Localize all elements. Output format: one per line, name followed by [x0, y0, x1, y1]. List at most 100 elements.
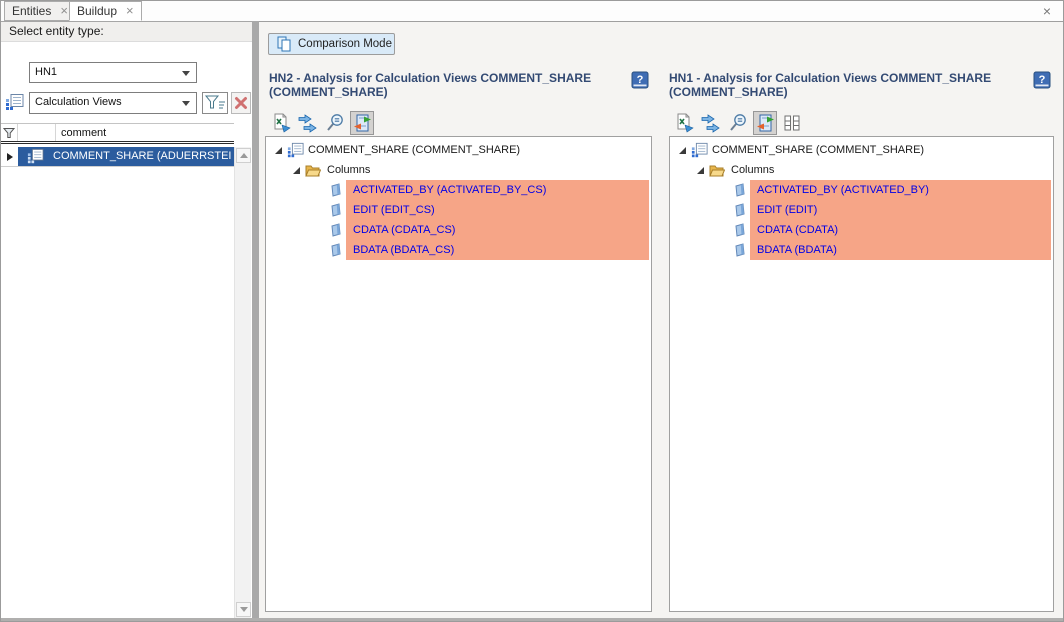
column-icon: [734, 183, 746, 200]
compare-merge-icon[interactable]: [350, 111, 374, 135]
splitter-handle[interactable]: [252, 21, 259, 618]
grid-comment-column-header[interactable]: comment: [56, 124, 234, 141]
export-excel-icon[interactable]: [269, 111, 293, 135]
expander-expanded-icon[interactable]: [274, 146, 283, 155]
calculation-view-icon: [27, 148, 44, 168]
tab-entities-label: Entities: [12, 4, 51, 18]
copy-pages-icon: [276, 36, 292, 52]
funnel-icon: [3, 127, 15, 139]
export-excel-icon[interactable]: [672, 111, 696, 135]
compare-merge-icon[interactable]: [753, 111, 777, 135]
tree-column-row[interactable]: EDIT (EDIT): [670, 200, 1053, 220]
svg-text:?: ?: [1039, 74, 1046, 86]
tree-column-row[interactable]: BDATA (BDATA): [670, 240, 1053, 260]
filter-button[interactable]: [202, 92, 228, 114]
grid-columns-icon[interactable]: [780, 111, 804, 135]
tree-column-row[interactable]: EDIT (EDIT_CS): [266, 200, 651, 220]
tree-folder-label: Columns: [327, 160, 370, 180]
trace-arrows-icon[interactable]: [296, 111, 320, 135]
column-label: ACTIVATED_BY (ACTIVATED_BY_CS): [353, 180, 546, 200]
expander-expanded-icon[interactable]: [292, 166, 301, 175]
funnel-list-icon: [204, 94, 226, 112]
selected-row[interactable]: COMMENT_SHARE (ADUERRSTEIN_T: [18, 147, 234, 166]
panel-hn2-tree: COMMENT_SHARE (COMMENT_SHARE) Columns AC…: [265, 136, 652, 612]
system-dropdown[interactable]: HN1: [29, 62, 197, 83]
app-window: Entities × Buildup × × Select entity typ…: [0, 0, 1064, 622]
panel-hn1-tree: COMMENT_SHARE (COMMENT_SHARE) Columns AC…: [669, 136, 1054, 612]
zoom-details-icon[interactable]: [323, 111, 347, 135]
tree-root-label: COMMENT_SHARE (COMMENT_SHARE): [308, 140, 520, 160]
chevron-down-icon: [182, 101, 190, 106]
column-icon: [330, 203, 342, 220]
trace-arrows-icon[interactable]: [699, 111, 723, 135]
tree-column-row[interactable]: CDATA (CDATA_CS): [266, 220, 651, 240]
pane-close-icon[interactable]: ×: [1039, 3, 1055, 19]
sidebar-scrollbar[interactable]: [234, 147, 251, 618]
tree-folder-label: Columns: [731, 160, 774, 180]
chevron-down-icon: [182, 71, 190, 76]
column-label: BDATA (BDATA): [757, 240, 837, 260]
expander-expanded-icon[interactable]: [678, 146, 687, 155]
tab-entities[interactable]: Entities ×: [4, 1, 76, 21]
calculation-view-icon: [691, 142, 708, 162]
calculation-view-icon: [287, 142, 304, 162]
calculation-view-icon: [5, 93, 24, 115]
tab-entities-close-icon[interactable]: ×: [60, 6, 68, 16]
tree-column-row[interactable]: CDATA (CDATA): [670, 220, 1053, 240]
tree-column-row[interactable]: ACTIVATED_BY (ACTIVATED_BY): [670, 180, 1053, 200]
column-label: CDATA (CDATA_CS): [353, 220, 455, 240]
folder-open-icon: [305, 164, 321, 180]
selected-row-label: COMMENT_SHARE (ADUERRSTEIN_T: [53, 147, 232, 166]
tab-buildup[interactable]: Buildup ×: [69, 1, 142, 21]
entity-dropdown[interactable]: Calculation Views: [29, 92, 197, 114]
comparison-mode-button[interactable]: Comparison Mode: [268, 33, 395, 55]
entity-dropdown-value: Calculation Views: [35, 96, 122, 108]
grid-icon-column: [18, 124, 56, 141]
svg-text:?: ?: [637, 74, 644, 86]
tree-column-row[interactable]: ACTIVATED_BY (ACTIVATED_BY_CS): [266, 180, 651, 200]
tree-node-root[interactable]: COMMENT_SHARE (COMMENT_SHARE): [670, 140, 1053, 160]
clear-filter-button[interactable]: [231, 92, 251, 114]
tab-bar: Entities × Buildup × ×: [1, 1, 1063, 21]
sidebar: Select entity type: HN1 Calculation View…: [1, 21, 252, 618]
entity-type-label: Select entity type:: [9, 24, 104, 38]
column-icon: [734, 223, 746, 240]
column-icon: [734, 243, 746, 260]
tab-buildup-close-icon[interactable]: ×: [126, 6, 134, 16]
tree-column-row[interactable]: BDATA (BDATA_CS): [266, 240, 651, 260]
window-bottom-bar: [1, 618, 1063, 622]
column-label: CDATA (CDATA): [757, 220, 838, 240]
tree-node-columns[interactable]: Columns: [670, 160, 1053, 180]
help-book-icon[interactable]: ?: [1033, 71, 1051, 89]
system-dropdown-value: HN1: [35, 66, 57, 78]
column-icon: [330, 243, 342, 260]
column-label: ACTIVATED_BY (ACTIVATED_BY): [757, 180, 929, 200]
scroll-down-icon[interactable]: [236, 602, 251, 617]
column-label: BDATA (BDATA_CS): [353, 240, 454, 260]
grid-filter-column[interactable]: [1, 124, 18, 141]
tab-buildup-label: Buildup: [77, 4, 117, 18]
column-icon: [330, 223, 342, 240]
entity-type-header: Select entity type:: [1, 21, 252, 42]
panel-hn1-title: HN1 - Analysis for Calculation Views COM…: [669, 71, 1029, 99]
expander-expanded-icon[interactable]: [696, 166, 705, 175]
scroll-up-icon[interactable]: [236, 148, 251, 163]
red-x-icon: [234, 96, 248, 110]
row-marker-icon: [1, 147, 18, 166]
panel-hn2-title: HN2 - Analysis for Calculation Views COM…: [269, 71, 629, 99]
help-book-icon[interactable]: ?: [631, 71, 649, 89]
comparison-area: Comparison Mode HN2 - Analysis for Calcu…: [259, 21, 1064, 618]
column-label: EDIT (EDIT): [757, 200, 817, 220]
panel-hn1-toolbar: [672, 111, 804, 135]
comparison-mode-label: Comparison Mode: [298, 38, 392, 50]
column-icon: [330, 183, 342, 200]
panel-hn2-toolbar: [269, 111, 374, 135]
tree-node-root[interactable]: COMMENT_SHARE (COMMENT_SHARE): [266, 140, 651, 160]
column-label: EDIT (EDIT_CS): [353, 200, 435, 220]
grid-header: comment: [1, 123, 234, 144]
tree-root-label: COMMENT_SHARE (COMMENT_SHARE): [712, 140, 924, 160]
table-row[interactable]: COMMENT_SHARE (ADUERRSTEIN_T: [1, 147, 234, 167]
tree-node-columns[interactable]: Columns: [266, 160, 651, 180]
folder-open-icon: [709, 164, 725, 180]
zoom-details-icon[interactable]: [726, 111, 750, 135]
